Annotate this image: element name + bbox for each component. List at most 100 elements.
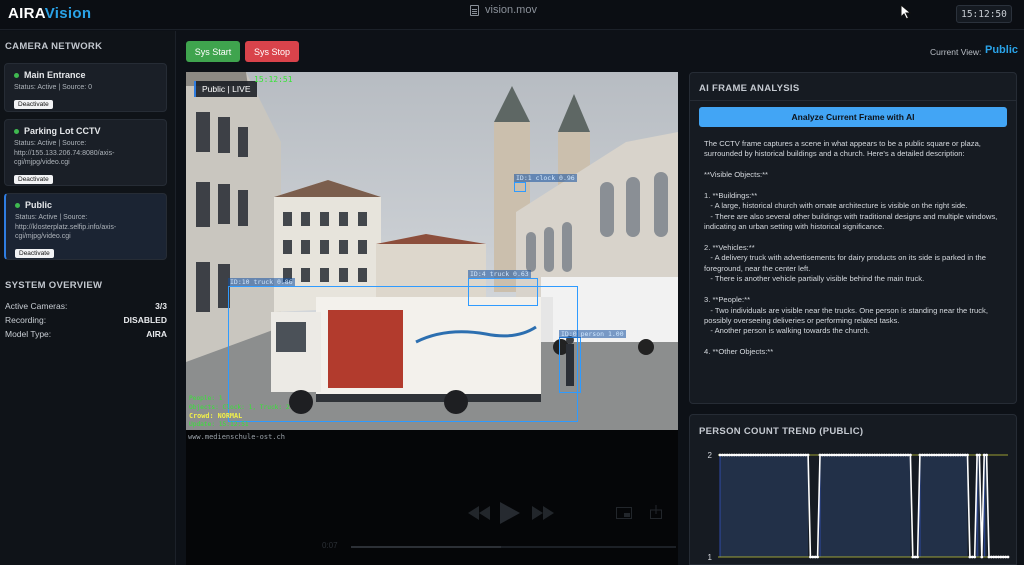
deactivate-button[interactable]: Deactivate: [15, 248, 54, 258]
trend-point: [911, 555, 915, 559]
logo-part-vision: Vision: [44, 5, 92, 22]
sidebar: CAMERA NETWORK Main Entrance Status: Act…: [0, 31, 176, 565]
trend-point: [856, 453, 860, 457]
trend-point: [797, 453, 800, 457]
trend-point: [987, 555, 991, 559]
detection-stats-overlay: People: 1 Objects: Clock: 1, Truck: 2 Cr…: [189, 395, 290, 429]
trend-point: [918, 453, 922, 457]
trend-point: [787, 453, 791, 457]
trend-point: [837, 453, 841, 457]
camera-feed[interactable]: Public | LIVE 15:12:51 ID:1 clock 0.96 I…: [186, 72, 678, 430]
trend-point: [875, 453, 879, 457]
scrub-bar[interactable]: [351, 546, 676, 548]
trend-point: [792, 453, 796, 457]
trend-point: [839, 453, 843, 457]
rewind-icon[interactable]: [468, 506, 490, 525]
window-title-text: vision.mov: [485, 4, 537, 16]
camera-name: Parking Lot CCTV: [24, 126, 101, 136]
camera-name: Main Entrance: [24, 70, 86, 80]
camera-network-title: CAMERA NETWORK: [5, 41, 103, 52]
trend-point: [975, 453, 979, 457]
trend-point: [942, 453, 946, 457]
trend-point: [830, 453, 834, 457]
camera-card-main-entrance[interactable]: Main Entrance Status: Active | Source: 0…: [4, 63, 167, 112]
trend-point: [892, 453, 896, 457]
trend-point: [851, 453, 855, 457]
play-icon[interactable]: [500, 502, 520, 529]
person-count-trend-panel: PERSON COUNT TREND (PUBLIC) 12: [689, 414, 1017, 565]
stat-update: Update: 15:12:51: [189, 420, 249, 428]
trend-point: [735, 453, 739, 457]
trend-point: [785, 453, 789, 457]
trend-point: [849, 453, 853, 457]
detection-label-truck-back: ID:4 truck 0.63: [468, 270, 531, 278]
detection-box-clock: [514, 182, 526, 192]
trend-point: [878, 453, 881, 457]
trend-point: [809, 555, 812, 559]
trend-point: [718, 453, 722, 457]
sys-stop-button[interactable]: Sys Stop: [245, 41, 299, 62]
trend-point: [854, 453, 858, 457]
trend-point: [725, 453, 729, 457]
sys-start-button[interactable]: Sys Start: [186, 41, 240, 62]
trend-point: [894, 453, 898, 457]
trend-point: [887, 453, 891, 457]
overview-row-recording: Recording: DISABLED: [5, 315, 167, 325]
trend-point: [966, 453, 969, 457]
trend-point: [985, 453, 988, 457]
trend-point: [906, 453, 910, 457]
trend-point: [997, 555, 1000, 559]
trend-point: [804, 453, 808, 457]
trend-point: [951, 453, 955, 457]
trend-point: [932, 453, 936, 457]
trend-point: [1001, 555, 1005, 559]
camera-card-parking-lot[interactable]: Parking Lot CCTV Status: Active | Source…: [4, 119, 167, 186]
trend-point: [939, 453, 943, 457]
trend-point: [947, 453, 950, 457]
trend-point: [870, 453, 874, 457]
fast-forward-icon[interactable]: [532, 506, 554, 525]
detection-label-clock: ID:1 clock 0.96: [514, 174, 577, 182]
trend-point: [835, 453, 839, 457]
trend-point: [863, 453, 867, 457]
share-icon[interactable]: [650, 505, 662, 524]
ai-analysis-text: The CCTV frame captures a scene in what …: [704, 139, 998, 357]
analyze-frame-button[interactable]: Analyze Current Frame with AI: [699, 107, 1007, 127]
trend-band: [919, 455, 968, 557]
status-dot-icon: [14, 72, 19, 78]
system-overview-title: SYSTEM OVERVIEW: [5, 280, 103, 291]
deactivate-button[interactable]: Deactivate: [14, 174, 53, 184]
trend-point: [766, 453, 770, 457]
trend-point: [873, 453, 877, 457]
trend-band: [819, 455, 911, 557]
trend-point: [925, 453, 929, 457]
trend-point: [994, 555, 998, 559]
trend-point: [737, 453, 741, 457]
trend-point: [761, 453, 765, 457]
status-dot-icon: [15, 202, 20, 208]
camera-card-public[interactable]: Public Status: Active | Source: http://k…: [4, 193, 167, 260]
trend-point: [730, 453, 734, 457]
trend-point: [989, 555, 993, 559]
status-dot-icon: [14, 128, 19, 134]
trend-point: [825, 453, 829, 457]
trend-point: [828, 453, 831, 457]
detection-label-person: ID:0 person 1.00: [559, 330, 626, 338]
trend-point: [904, 453, 908, 457]
trend-point: [978, 453, 981, 457]
trend-point: [913, 555, 917, 559]
trend-point: [759, 453, 762, 457]
trend-point: [961, 453, 965, 457]
trend-point: [770, 453, 774, 457]
overview-row-active-cameras: Active Cameras: 3/3: [5, 301, 167, 311]
title-bar: AIRAVision vision.mov 15:12:50: [0, 0, 1024, 30]
trend-point: [930, 453, 934, 457]
detection-box-person: [559, 337, 581, 393]
trend-point: [923, 453, 927, 457]
stat-people: People: 1: [189, 395, 223, 402]
deactivate-button[interactable]: Deactivate: [14, 99, 53, 109]
trend-point: [740, 453, 743, 457]
trend-point: [999, 555, 1003, 559]
pip-icon[interactable]: [616, 506, 632, 524]
current-view-label: Current View:: [930, 47, 982, 57]
